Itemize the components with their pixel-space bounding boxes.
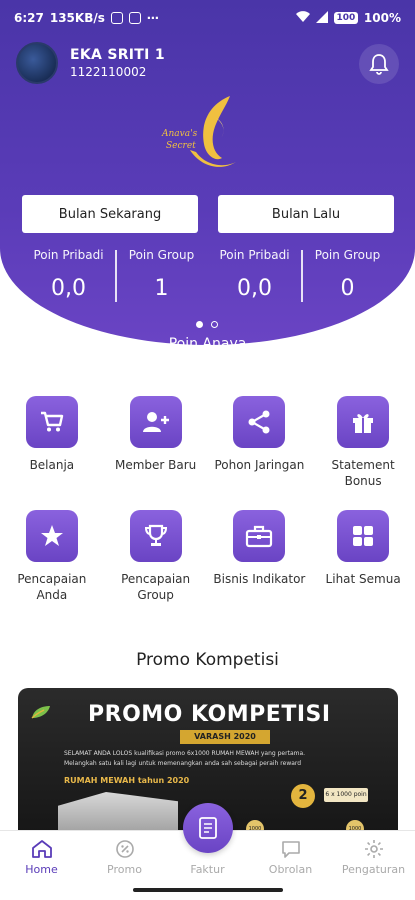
user-name: EKA SRITI 1 [70, 47, 165, 63]
points-item: Poin Pribadi 0,0 [22, 248, 115, 301]
nav-home[interactable]: Home [0, 831, 83, 882]
points-label: Poin Group [314, 248, 381, 262]
share-icon [233, 396, 286, 448]
menu-pencapaian-anda[interactable]: Pencapaian Anda [0, 510, 104, 624]
points-label: Poin Pribadi [219, 248, 290, 262]
rank-medal: 2 [291, 784, 315, 808]
home-indicator [133, 888, 283, 892]
points-item: Poin Group 1 [115, 248, 208, 302]
banner-text-2: Melangkah satu kali lagi untuk memenangk… [64, 760, 302, 767]
trophy-icon [129, 510, 182, 562]
promo-section-title: Promo Kompetisi [136, 650, 279, 670]
menu-label: Pohon Jaringan [214, 458, 305, 472]
notification-icon [128, 12, 141, 24]
status-time: 6:27 [14, 11, 44, 25]
notification-button[interactable] [359, 44, 399, 84]
status-bar: 6:27 135KB/s ⋯ 100 100% [0, 0, 415, 36]
badge-icon [115, 840, 134, 858]
menu-label: Pencapaian Anda [17, 572, 87, 602]
menu-lihat-semua[interactable]: Lihat Semua [311, 510, 415, 624]
more-icon: ⋯ [146, 11, 159, 25]
nav-label: Faktur [190, 863, 225, 876]
menu-label: Statement Bonus [331, 458, 395, 488]
points-summary: Poin Pribadi 0,0 Poin Group 1 Poin Priba… [22, 248, 394, 302]
alarm-icon [110, 12, 123, 24]
carousel-dot[interactable] [211, 321, 218, 328]
points-value: 1 [154, 276, 169, 301]
star-icon [25, 510, 78, 562]
menu-label: Member Baru [114, 458, 197, 472]
user-profile[interactable]: EKA SRITI 1 1122110002 [16, 42, 165, 84]
nav-label: Home [25, 863, 58, 876]
wifi-icon [295, 10, 310, 26]
tab-current-month[interactable]: Bulan Sekarang [22, 195, 198, 233]
bell-icon [369, 54, 389, 75]
gift-icon [337, 396, 390, 448]
menu-belanja[interactable]: Belanja [0, 396, 104, 510]
menu-statement-bonus[interactable]: Statement Bonus [311, 396, 415, 510]
menu-grid: Belanja Member Baru Pohon Jaringan State… [0, 396, 415, 624]
user-id: 1122110002 [70, 65, 147, 79]
menu-label: Bisnis Indikator [213, 572, 306, 586]
receipt-icon [199, 817, 217, 839]
points-item: Poin Pribadi 0,0 [208, 248, 301, 301]
logo-line2: Secret [166, 141, 196, 151]
carousel-caption: Poin Anava [168, 336, 247, 352]
chat-icon [281, 841, 300, 858]
home-icon [31, 840, 52, 858]
menu-label: Belanja [29, 458, 75, 472]
points-value: 0,0 [237, 276, 272, 301]
battery-level: 100 [336, 13, 356, 23]
grid-icon [337, 510, 390, 562]
menu-bisnis-indikator[interactable]: Bisnis Indikator [208, 510, 312, 624]
gear-icon [364, 840, 383, 858]
nav-pengaturan[interactable]: Pengaturan [332, 831, 415, 882]
battery-percent: 100% [363, 11, 401, 25]
logo-line1: Anava's [161, 129, 198, 139]
period-tabs: Bulan Sekarang Bulan Lalu [22, 195, 394, 233]
banner-text-1: SELAMAT ANDA LOLOS kualifikasi promo 6x1… [64, 750, 306, 757]
banner-highlight: RUMAH MEWAH tahun 2020 [64, 776, 190, 785]
banner-title: PROMO KOMPETISI [88, 702, 331, 727]
battery-icon: 100 [333, 12, 358, 24]
points-label: Poin Pribadi [33, 248, 104, 262]
carousel-dot-active[interactable] [196, 321, 203, 328]
signal-icon [315, 10, 328, 26]
avatar[interactable] [16, 42, 58, 84]
menu-pohon-jaringan[interactable]: Pohon Jaringan [208, 396, 312, 510]
points-item: Poin Group 0 [301, 248, 394, 302]
points-value: 0,0 [51, 276, 86, 301]
banner-subtitle: VARASH 2020 [180, 730, 270, 744]
points-value: 0 [340, 276, 355, 301]
cart-icon [25, 396, 78, 448]
status-speed: 135KB/s [49, 11, 105, 25]
faktur-button[interactable] [183, 803, 233, 853]
briefcase-icon [233, 510, 286, 562]
menu-label: Lihat Semua [325, 572, 401, 586]
menu-label: Pencapaian Group [121, 572, 191, 602]
brand-leaf-icon [31, 706, 50, 719]
points-label: Poin Group [128, 248, 195, 262]
add-user-icon [129, 396, 182, 448]
menu-member-baru[interactable]: Member Baru [104, 396, 208, 510]
menu-pencapaian-group[interactable]: Pencapaian Group [104, 510, 208, 624]
nav-label: Obrolan [268, 863, 313, 876]
nav-promo[interactable]: Promo [83, 831, 166, 882]
nav-label: Promo [107, 863, 142, 876]
brand-logo: Anava's Secret [160, 92, 250, 180]
medal-note: 6 x 1000 poin [324, 788, 368, 802]
tab-last-month[interactable]: Bulan Lalu [218, 195, 394, 233]
nav-label: Pengaturan [341, 863, 406, 876]
carousel-indicator [196, 321, 218, 328]
nav-obrolan[interactable]: Obrolan [249, 831, 332, 882]
